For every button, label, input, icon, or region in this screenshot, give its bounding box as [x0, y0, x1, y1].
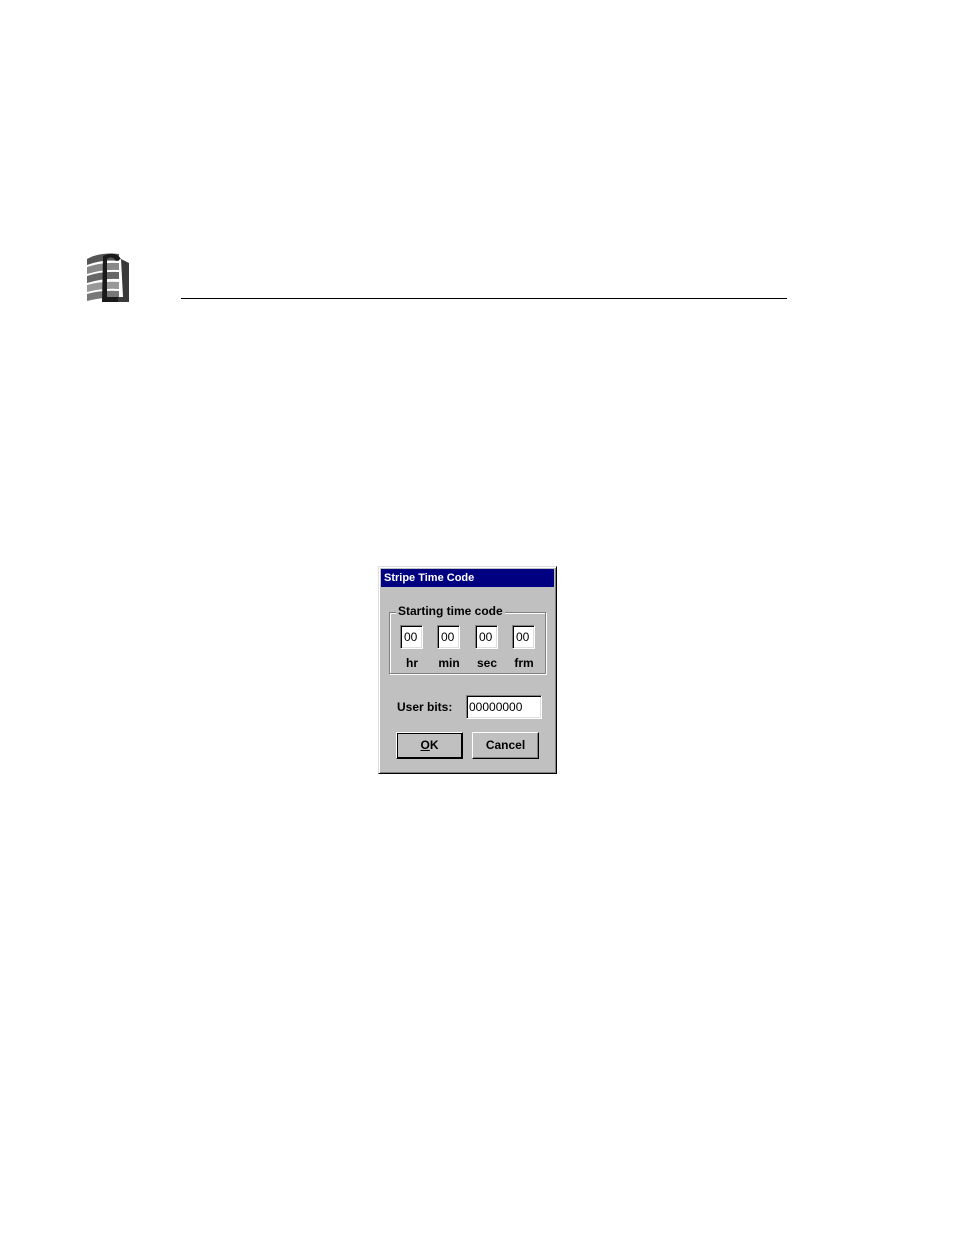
minutes-field[interactable]	[437, 625, 460, 649]
user-bits-field[interactable]	[466, 695, 542, 719]
ok-button[interactable]: OK	[396, 732, 463, 759]
frames-caption: frm	[514, 656, 534, 670]
frames-field[interactable]	[512, 625, 535, 649]
user-bits-label: User bits:	[397, 700, 453, 714]
header-rule	[181, 298, 787, 299]
seconds-caption: sec	[476, 656, 498, 670]
minutes-caption: min	[438, 656, 460, 670]
stripe-time-code-dialog: Stripe Time Code Starting time code hr m…	[378, 566, 557, 774]
company-logo	[85, 251, 131, 303]
cancel-button[interactable]: Cancel	[472, 732, 539, 759]
dialog-title-bar[interactable]: Stripe Time Code	[381, 569, 554, 587]
hours-field[interactable]	[400, 625, 423, 649]
ok-mnemonic: O	[420, 738, 430, 752]
dialog-title: Stripe Time Code	[384, 572, 475, 584]
ok-label-rest: K	[429, 738, 439, 752]
hours-caption: hr	[406, 656, 418, 670]
starting-time-code-label: Starting time code	[396, 604, 505, 619]
seconds-field[interactable]	[475, 625, 498, 649]
